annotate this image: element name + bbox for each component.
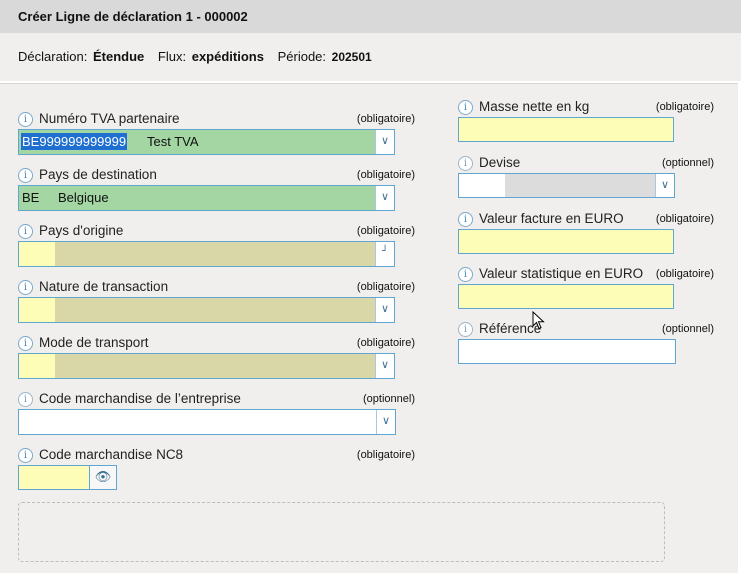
nature-label: Nature de transaction — [39, 279, 169, 294]
mode-code-input[interactable] — [19, 354, 55, 378]
pays-orig-label: Pays d'origine — [39, 223, 124, 238]
info-icon[interactable]: i — [458, 212, 473, 227]
field-tva-partenaire: i Numéro TVA partenaire (obligatoire) BE9… — [18, 111, 415, 157]
nc8-label: Code marchandise NC8 — [39, 447, 184, 462]
masse-input[interactable] — [458, 117, 674, 142]
field-valeur-facture: i Valeur facture en EURO (obligatoire) — [458, 211, 714, 257]
code-marchandise-label: Code marchandise de l’entreprise — [39, 391, 241, 406]
periode-value: 202501 — [331, 50, 372, 64]
declaration-summary: Déclaration: Étendue Flux: expéditions P… — [0, 33, 741, 81]
info-icon[interactable]: i — [18, 280, 33, 295]
chevron-down-icon[interactable]: ∨ — [375, 298, 394, 322]
nc8-required: (obligatoire) — [356, 449, 415, 461]
chevron-down-icon[interactable]: ∨ — [376, 410, 395, 434]
tva-description: Test TVA — [147, 134, 199, 149]
valeur-facture-required: (obligatoire) — [655, 213, 714, 225]
field-mode-transport: i Mode de transport (obligatoire) ∨ — [18, 335, 415, 381]
field-nature-transaction: i Nature de transaction (obligatoire) ∨ — [18, 279, 415, 325]
form-panel: i Numéro TVA partenaire (obligatoire) BE9… — [0, 83, 738, 573]
tva-code-input[interactable]: BE999999999999 — [21, 133, 128, 150]
masse-label: Masse nette en kg — [479, 99, 590, 114]
tva-required: (obligatoire) — [356, 113, 415, 125]
declaration-label: Déclaration: — [18, 49, 88, 64]
reference-optional: (optionnel) — [662, 323, 714, 335]
info-icon[interactable]: i — [18, 168, 33, 183]
field-reference: i Référence (optionnel) — [458, 321, 714, 367]
pays-orig-code-input[interactable] — [19, 242, 55, 266]
valeur-facture-label: Valeur facture en EURO — [479, 211, 624, 226]
nature-code-input[interactable] — [19, 298, 55, 322]
masse-required: (obligatoire) — [655, 101, 714, 113]
field-pays-destination: i Pays de destination (obligatoire) BE Be… — [18, 167, 415, 213]
mouse-cursor-icon — [532, 311, 545, 330]
nature-description — [55, 298, 375, 322]
flux-value: expéditions — [191, 49, 264, 64]
pays-orig-required: (obligatoire) — [356, 225, 415, 237]
tva-label: Numéro TVA partenaire — [39, 111, 180, 126]
chevron-down-icon[interactable]: ∨ — [375, 186, 394, 210]
eye-icon[interactable]: 👁 — [90, 465, 117, 490]
nc8-input[interactable] — [18, 465, 90, 490]
devise-combo[interactable]: ∨ — [458, 173, 675, 198]
declaration-value: Étendue — [93, 49, 145, 64]
devise-code-input[interactable] — [459, 174, 505, 197]
field-pays-origine: i Pays d'origine (obligatoire) ┘ — [18, 223, 415, 269]
field-code-marchandise-entreprise: i Code marchandise de l’entreprise (optio… — [18, 391, 415, 437]
pays-dest-code-input[interactable]: BE — [19, 186, 55, 210]
chevron-down-icon[interactable]: ∨ — [375, 354, 394, 378]
pays-orig-description — [55, 242, 375, 266]
tva-combo[interactable]: BE999999999999 Test TVA ∨ — [18, 129, 395, 155]
flux-label: Flux: — [157, 49, 187, 64]
drop-zone[interactable] — [18, 502, 665, 562]
chevron-down-icon[interactable]: ∨ — [375, 130, 394, 154]
mode-description — [55, 354, 375, 378]
dialog-title: Créer Ligne de déclaration 1 - 000002 — [0, 0, 741, 33]
pays-dest-label: Pays de destination — [39, 167, 157, 182]
info-icon[interactable]: i — [18, 448, 33, 463]
code-marchandise-optional: (optionnel) — [363, 393, 415, 405]
chevron-down-icon[interactable]: ∨ — [655, 174, 674, 197]
lookup-icon[interactable]: ┘ — [375, 242, 394, 266]
periode-label: Période: — [277, 49, 327, 64]
info-icon[interactable]: i — [18, 224, 33, 239]
info-icon[interactable]: i — [458, 267, 473, 282]
valeur-stat-label: Valeur statistique en EURO — [479, 266, 644, 281]
devise-optional: (optionnel) — [662, 157, 714, 169]
reference-input[interactable] — [458, 339, 676, 364]
mode-label: Mode de transport — [39, 335, 149, 350]
dialog-title-text: Créer Ligne de déclaration 1 - 000002 — [18, 9, 248, 24]
field-devise: i Devise (optionnel) ∨ — [458, 155, 714, 201]
info-icon[interactable]: i — [458, 322, 473, 337]
field-code-nc8: i Code marchandise NC8 (obligatoire) 👁 — [18, 447, 415, 493]
info-icon[interactable]: i — [18, 392, 33, 407]
pays-dest-description: Belgique — [58, 190, 109, 205]
valeur-stat-required: (obligatoire) — [655, 268, 714, 280]
nature-combo[interactable]: ∨ — [18, 297, 395, 323]
field-masse-nette: i Masse nette en kg (obligatoire) — [458, 99, 714, 145]
field-valeur-statistique: i Valeur statistique en EURO (obligatoire… — [458, 266, 714, 312]
code-marchandise-input[interactable] — [19, 410, 376, 434]
pays-dest-required: (obligatoire) — [356, 169, 415, 181]
nature-required: (obligatoire) — [356, 281, 415, 293]
valeur-facture-input[interactable] — [458, 229, 674, 254]
mode-combo[interactable]: ∨ — [18, 353, 395, 379]
pays-dest-combo[interactable]: BE Belgique ∨ — [18, 185, 395, 211]
info-icon[interactable]: i — [18, 336, 33, 351]
info-icon[interactable]: i — [458, 100, 473, 115]
info-icon[interactable]: i — [18, 112, 33, 127]
mode-required: (obligatoire) — [356, 337, 415, 349]
code-marchandise-combo[interactable]: ∨ — [18, 409, 396, 435]
devise-description — [505, 174, 655, 197]
pays-orig-combo[interactable]: ┘ — [18, 241, 395, 267]
devise-label: Devise — [479, 155, 521, 170]
valeur-stat-input[interactable] — [458, 284, 674, 309]
info-icon[interactable]: i — [458, 156, 473, 171]
